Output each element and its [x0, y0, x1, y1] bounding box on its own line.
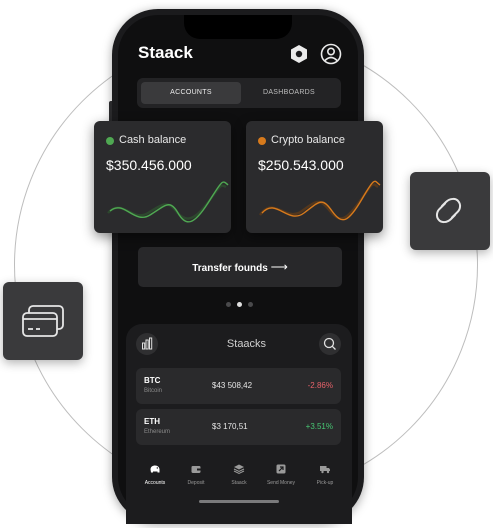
layers-icon — [233, 464, 245, 475]
link-float-tile — [410, 172, 490, 250]
home-indicator[interactable] — [199, 500, 279, 503]
coin-row-btc[interactable]: BTC Bitcoin $43 508,42 -2.86% — [136, 368, 341, 404]
piggy-bank-icon — [150, 465, 160, 473]
app-title: Staack — [138, 43, 193, 62]
cash-sparkline — [107, 181, 229, 223]
coin-name: Bitcoin — [144, 388, 163, 394]
crypto-status-dot — [258, 137, 266, 145]
page-dot[interactable] — [248, 302, 253, 307]
coin-change: -2.86% — [307, 381, 333, 390]
crypto-balance-amount: $250.543.000 — [258, 157, 344, 173]
coin-name: Ethereum — [144, 429, 171, 435]
coin-change: +3.51% — [305, 422, 333, 431]
crypto-sparkline — [259, 180, 381, 221]
cash-balance-card[interactable]: Cash balance $350.456.000 — [94, 121, 231, 233]
coin-symbol: ETH — [144, 417, 160, 426]
nav-deposit[interactable]: Deposit — [179, 463, 213, 486]
crypto-balance-title: Crypto balance — [271, 134, 345, 146]
credit-cards-icon — [22, 305, 64, 337]
crypto-balance-card[interactable]: Crypto balance $250.543.000 — [246, 121, 383, 233]
nav-label-pick-up: Pick-up — [316, 480, 334, 486]
send-arrow-icon — [276, 464, 286, 474]
nav-label-accounts: Accounts — [144, 480, 166, 486]
nav-staack[interactable]: Staack — [222, 463, 256, 486]
nav-label-send-money: Send Money — [266, 480, 296, 486]
hexagon-settings-icon[interactable] — [289, 44, 309, 64]
coin-price: $43 508,42 — [212, 381, 253, 390]
cash-status-dot — [106, 137, 114, 145]
link-icon — [435, 197, 462, 224]
transfer-funds-label: Transfer founds ⟶ — [192, 260, 288, 274]
phone-notch — [184, 15, 292, 39]
wallet-icon — [191, 466, 201, 473]
nav-send-money[interactable]: Send Money — [264, 463, 298, 486]
nav-accounts[interactable]: Accounts — [138, 463, 172, 486]
search-button[interactable] — [319, 333, 341, 355]
cash-balance-title: Cash balance — [119, 134, 187, 146]
arrow-right-icon: ⟶ — [270, 260, 288, 274]
search-icon — [323, 337, 336, 350]
cards-float-tile — [3, 282, 83, 360]
cash-balance-amount: $350.456.000 — [106, 157, 192, 173]
page-dot-active[interactable] — [237, 302, 242, 307]
nav-label-staack: Staack — [231, 480, 247, 486]
account-tabs: ACCOUNTS DASHBOARDS — [137, 78, 341, 108]
coin-price: $3 170,51 — [212, 422, 248, 431]
coin-row-eth[interactable]: ETH Ethereum $3 170,51 +3.51% — [136, 409, 341, 445]
truck-icon — [320, 466, 330, 474]
page-dot[interactable] — [226, 302, 231, 307]
profile-icon[interactable] — [320, 43, 342, 65]
tab-dashboards[interactable]: DASHBOARDS — [241, 82, 337, 104]
tab-accounts[interactable]: ACCOUNTS — [141, 82, 241, 104]
nav-pick-up[interactable]: Pick-up — [308, 463, 342, 486]
coin-symbol: BTC — [144, 376, 161, 385]
transfer-funds-button[interactable]: Transfer founds ⟶ — [138, 247, 342, 287]
nav-label-deposit: Deposit — [187, 480, 205, 486]
